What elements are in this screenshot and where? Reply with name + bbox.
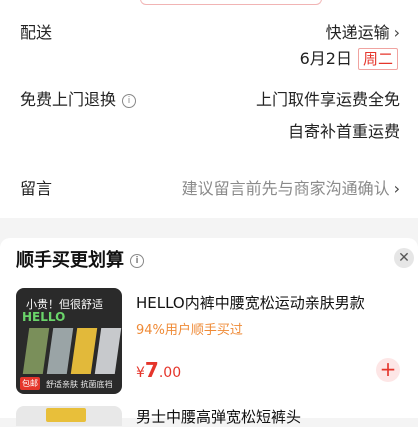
price-decimal: .00 [158, 365, 182, 381]
order-options-card: 配送 快递运输 › 6月2日 周二 免费上门退换 i 上门取件享运费全免 自寄补首重运… [0, 0, 418, 218]
return-service-text: 免费上门退换 [20, 90, 117, 109]
shipping-method-text: 快递运输 [325, 23, 390, 42]
info-icon[interactable]: i [122, 94, 137, 108]
product-swatch [94, 328, 122, 374]
top-tag-outline [140, 0, 322, 5]
product-swatch [70, 328, 98, 374]
recommend-card: 顺手买更划算 i ✕ 小贵！但很舒适 HELLO 包邮 舒适亲肤 抗菌底裆 HEL… [0, 238, 418, 426]
product-thumbnail[interactable]: 小贵！但很舒适 HELLO 包邮 舒适亲肤 抗菌底裆 [16, 288, 122, 394]
chevron-right-icon: › [393, 23, 400, 42]
message-label: 留言 [20, 179, 53, 198]
return-service-label: 免费上门退换 i [20, 86, 137, 110]
chevron-right-icon: › [393, 179, 400, 198]
return-service-line2: 自寄补首重运费 [287, 122, 400, 141]
info-icon[interactable]: i [130, 254, 144, 268]
product-title[interactable]: HELLO内裤中腰宽松运动亲肤男款 [136, 292, 365, 313]
product-swatch [46, 328, 74, 374]
price-integer: 7 [144, 358, 159, 382]
product-thumbnail[interactable] [16, 406, 122, 426]
free-shipping-stamp: 包邮 [20, 377, 40, 390]
recommend-title: 顺手买更划算 [16, 250, 124, 271]
shipping-method[interactable]: 快递运输 › [326, 19, 400, 43]
thumb-tag-bottom: 舒适亲肤 抗菌底裆 [46, 380, 113, 389]
return-service-line1: 上门取件享运费全免 [255, 90, 400, 109]
delivery-date: 6月2日 周二 [300, 45, 398, 70]
product-subtitle: 94%用户顺手买过 [136, 323, 243, 338]
delivery-date-text: 6月2日 [299, 49, 352, 68]
weekday-badge: 周二 [357, 48, 398, 70]
product-swatch [46, 408, 86, 422]
product-price: ¥7.00 [136, 358, 181, 382]
price-currency: ¥ [136, 365, 145, 381]
message-placeholder: 建议留言前先与商家沟通确认 [181, 179, 390, 198]
close-icon[interactable]: ✕ [394, 248, 414, 268]
product-title[interactable]: 男士中腰高弹宽松短裤头 [136, 406, 301, 427]
product-swatch [22, 328, 50, 374]
shipping-label: 配送 [20, 23, 53, 42]
thumb-brand: HELLO [22, 310, 66, 324]
plus-icon[interactable]: + [376, 358, 400, 382]
recommend-header: 顺手买更划算 i [16, 246, 144, 272]
message-input[interactable]: 建议留言前先与商家沟通确认 › [182, 175, 400, 199]
